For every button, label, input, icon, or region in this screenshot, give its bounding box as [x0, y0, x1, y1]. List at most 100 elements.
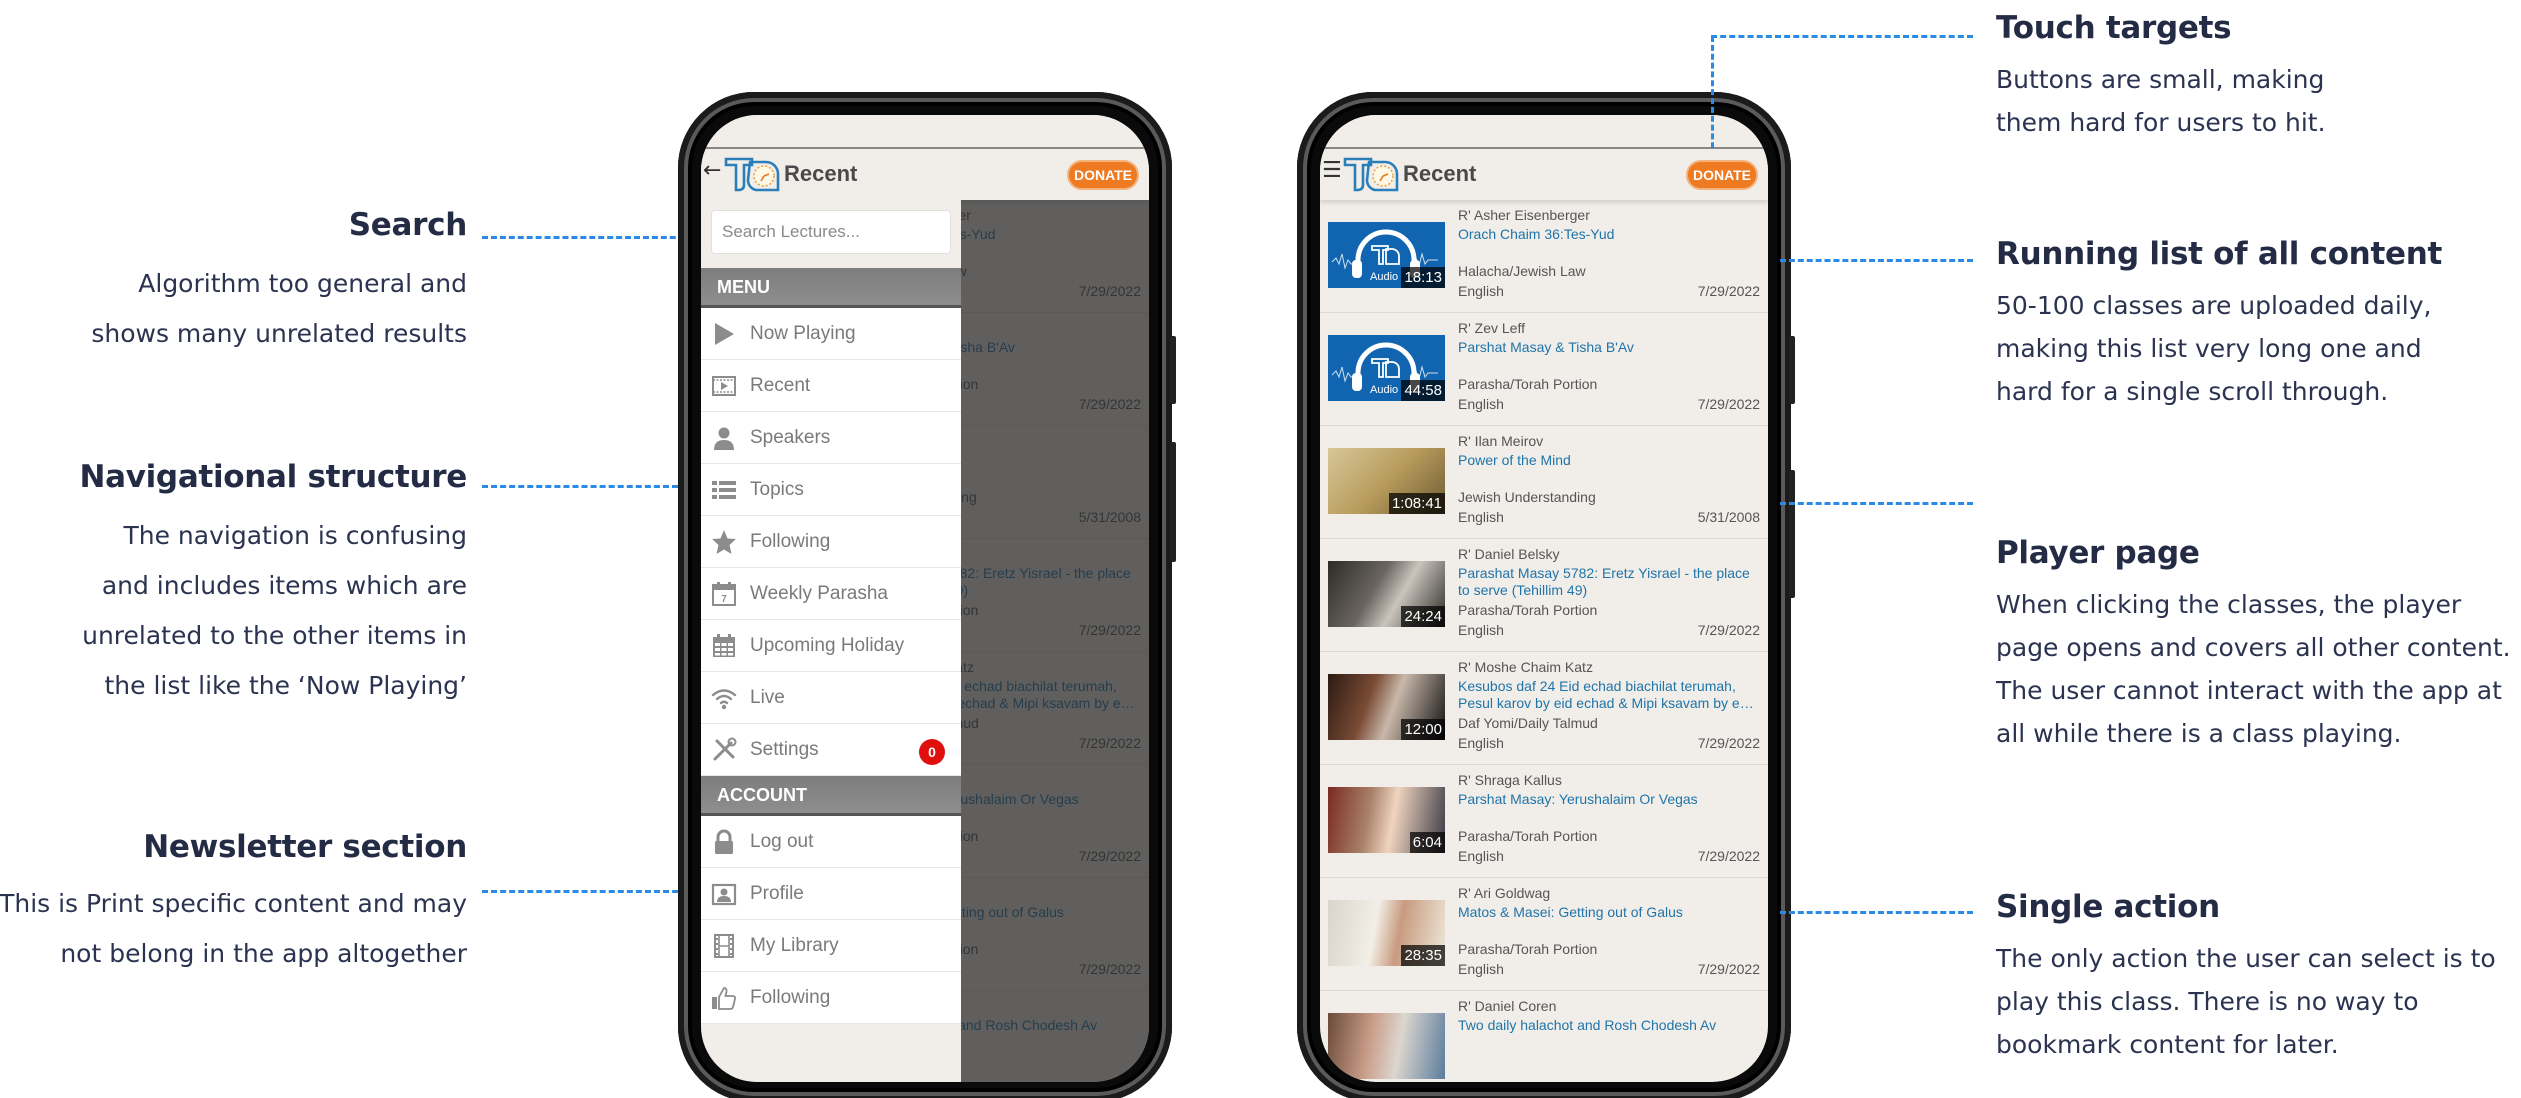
wifi-icon	[711, 685, 737, 711]
menu-item-label: Upcoming Holiday	[750, 635, 905, 656]
lecture-row[interactable]: 28:35 R' Ari Goldwag Matos & Masei: Gettin…	[1320, 878, 1768, 991]
annotation-line: play this class. There is no way to	[1996, 987, 2419, 1016]
menu-item-label: Log out	[750, 831, 814, 852]
app-header: ☰ Recent DONATE	[1320, 150, 1768, 200]
svg-text:7: 7	[721, 594, 727, 605]
hamburger-menu-icon[interactable]: ☰	[1322, 160, 1344, 182]
lecture-row[interactable]: 12:00 R' Moshe Chaim Katz Kesubos daf 24 E…	[1320, 652, 1768, 765]
annotation-touch-targets: Touch targets Buttons are small, making …	[1996, 10, 2326, 144]
search-container	[701, 200, 961, 268]
calendar-7-icon: 7	[711, 581, 737, 607]
person-icon	[711, 425, 737, 451]
annotation-line: When clicking the classes, the player	[1996, 590, 2462, 619]
lecture-language: English	[1458, 735, 1504, 751]
duration-label: 1:08:41	[1388, 493, 1445, 514]
menu-item-live[interactable]: Live	[701, 672, 961, 724]
lecture-title[interactable]: Power of the Mind	[1458, 452, 1760, 469]
lecture-title[interactable]: Parshat Masay & Tisha B'Av	[1458, 339, 1760, 356]
lecture-row[interactable]: R' Daniel Coren Two daily halachot and Ro…	[1320, 991, 1768, 1082]
lecture-row[interactable]: 24:24 R' Daniel Belsky Parashat Masay 5782…	[1320, 539, 1768, 652]
annotation-line: The navigation is confusing	[123, 521, 467, 550]
lecture-thumbnail[interactable]: Audio18:13	[1328, 222, 1445, 288]
star-icon	[711, 529, 737, 555]
annotation-title: Navigational structure	[79, 459, 467, 495]
annotation-line: The only action the user can select is t…	[1996, 944, 2496, 973]
annotation-running-list: Running list of all content 50-100 class…	[1996, 236, 2442, 413]
lecture-thumbnail[interactable]: 1:08:41	[1328, 448, 1445, 514]
lecture-speaker: R' Moshe Chaim Katz	[1458, 659, 1593, 675]
annotation-body: 50-100 classes are uploaded daily, makin…	[1996, 284, 2442, 413]
menu-item-following[interactable]: Following	[701, 516, 961, 568]
annotation-line: and includes items which are	[101, 571, 467, 600]
annotation-navigational-structure: Navigational structure The navigation is…	[79, 459, 467, 711]
lecture-title[interactable]: Parashat Masay 5782: Eretz Yisrael - the…	[1458, 565, 1760, 598]
menu-item-weekly-parasha[interactable]: 7 Weekly Parasha	[701, 568, 961, 620]
lecture-list: Audio 18:13 R' Asher Eisenberger Orach Chai…	[1320, 200, 1768, 1082]
notification-badge: 0	[919, 739, 945, 765]
duration-label: 28:35	[1401, 945, 1445, 966]
annotation-line: all while there is a class playing.	[1996, 719, 2402, 748]
lecture-thumbnail[interactable]: 12:00	[1328, 674, 1445, 740]
annotation-body: Algorithm too general and shows many unr…	[91, 259, 467, 359]
menu-item-now-playing[interactable]: Now Playing	[701, 308, 961, 360]
lecture-speaker: R' Daniel Coren	[1458, 998, 1557, 1014]
menu-item-following[interactable]: Following	[701, 972, 961, 1024]
phone-frame-menu: ← Recent DONATE Audio18:13R' Asher Eisen…	[678, 92, 1176, 1098]
menu-item-speakers[interactable]: Speakers	[701, 412, 961, 464]
annotation-line: page opens and covers all other content.	[1996, 633, 2511, 662]
donate-button[interactable]: DONATE	[1067, 160, 1139, 190]
phone-side-button	[1170, 336, 1176, 404]
donate-button[interactable]: DONATE	[1686, 160, 1758, 190]
menu-item-recent[interactable]: Recent	[701, 360, 961, 412]
menu-item-upcoming-holiday[interactable]: Upcoming Holiday	[701, 620, 961, 672]
menu-item-settings[interactable]: Settings 0	[701, 724, 961, 776]
lecture-title[interactable]: Matos & Masei: Getting out of Galus	[1458, 904, 1760, 921]
connector-player-page	[1780, 502, 1973, 505]
phone-frame-list: ☰ Recent DONATE Audio 18:13 R' Asher Eisen…	[1297, 92, 1795, 1098]
app-header: ← Recent DONATE	[701, 150, 1149, 200]
lecture-speaker: R' Ilan Meirov	[1458, 433, 1544, 449]
lecture-thumbnail[interactable]: 24:24	[1328, 561, 1445, 627]
lecture-title[interactable]: Parshat Masay: Yerushalaim Or Vegas	[1458, 791, 1760, 808]
svg-text:Audio: Audio	[1370, 384, 1398, 396]
lecture-speaker: R' Shraga Kallus	[1458, 772, 1562, 788]
account-section-header: ACCOUNT	[701, 776, 961, 816]
lecture-row[interactable]: Audio18:13 R' Asher Eisenberger Orach Chai…	[1320, 200, 1768, 313]
duration-label: 44:58	[1401, 380, 1445, 401]
annotation-line: not belong in the app altogether	[60, 939, 467, 968]
torah-anytime-logo	[724, 157, 780, 192]
menu-item-log-out[interactable]: Log out	[701, 816, 961, 868]
back-arrow-icon[interactable]: ←	[703, 160, 725, 182]
lecture-row[interactable]: 1:08:41 R' Ilan Meirov Power of the Mind Je…	[1320, 426, 1768, 539]
annotation-title: Running list of all content	[1996, 236, 2442, 272]
lecture-title[interactable]: Orach Chaim 36:Tes-Yud	[1458, 226, 1760, 243]
lecture-title[interactable]: Two daily halachot and Rosh Chodesh Av	[1458, 1017, 1760, 1034]
menu-item-topics[interactable]: Topics	[701, 464, 961, 516]
lecture-thumbnail[interactable]: 6:04	[1328, 787, 1445, 853]
lecture-thumbnail[interactable]	[1328, 1013, 1445, 1079]
lecture-speaker: R' Daniel Belsky	[1458, 546, 1560, 562]
annotation-title: Search	[348, 207, 468, 243]
lecture-date: 7/29/2022	[1697, 848, 1760, 864]
film-strip-icon	[711, 933, 737, 959]
annotation-line: shows many unrelated results	[91, 319, 467, 348]
thumbs-up-icon	[711, 985, 737, 1011]
lecture-category: Parasha/Torah Portion	[1458, 828, 1598, 844]
lecture-row[interactable]: Audio44:58 R' Zev Leff Parshat Masay & Tis…	[1320, 313, 1768, 426]
phone-side-button	[1789, 336, 1795, 404]
phone-screen: ☰ Recent DONATE Audio 18:13 R' Asher Eisen…	[1320, 115, 1768, 1082]
annotation-title: Newsletter section	[143, 829, 467, 865]
lecture-thumbnail[interactable]: 28:35	[1328, 900, 1445, 966]
tools-icon	[711, 737, 737, 763]
connector-touch-targets-h	[1711, 35, 1973, 38]
lecture-row[interactable]: 6:04 R' Shraga Kallus Parshat Masay: Yerus…	[1320, 765, 1768, 878]
menu-item-profile[interactable]: Profile	[701, 868, 961, 920]
annotation-line: the list like the ‘Now Playing’	[104, 671, 468, 700]
annotation-single-action: Single action The only action the user c…	[1996, 889, 2496, 1066]
lecture-thumbnail[interactable]: Audio44:58	[1328, 335, 1445, 401]
duration-label: 24:24	[1401, 606, 1445, 627]
menu-item-my-library[interactable]: My Library	[701, 920, 961, 972]
lecture-title[interactable]: Kesubos daf 24 Eid echad biachilat terum…	[1458, 678, 1760, 711]
search-input[interactable]	[711, 210, 951, 254]
annotation-player-page: Player page When clicking the classes, t…	[1996, 535, 2511, 755]
